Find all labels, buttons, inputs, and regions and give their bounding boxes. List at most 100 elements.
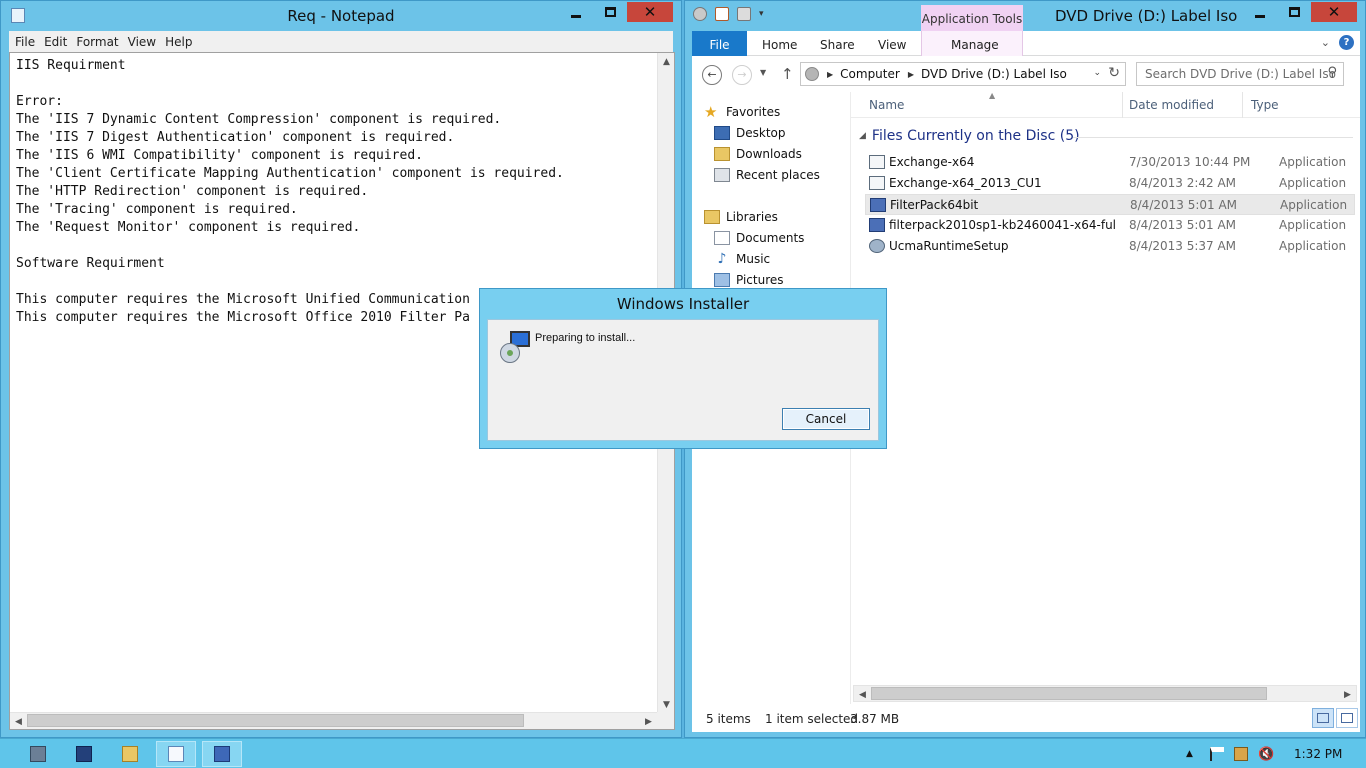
documents-icon [714, 231, 730, 245]
column-date-modified[interactable]: Date modified [1123, 92, 1243, 118]
file-list-horizontal-scrollbar[interactable]: ◀ ▶ [853, 685, 1357, 702]
breadcrumb-separator-icon[interactable]: ▶ [908, 70, 914, 79]
refresh-icon[interactable]: ↻ [1108, 65, 1120, 81]
recent-locations-icon[interactable]: ▼ [760, 68, 766, 77]
tray-app-button[interactable] [1234, 739, 1248, 768]
drive-icon[interactable] [693, 7, 707, 21]
nav-libraries[interactable]: Libraries [704, 207, 778, 227]
taskbar-file-explorer[interactable] [110, 741, 150, 767]
tab-view[interactable]: View [878, 31, 906, 56]
taskbar-clock[interactable]: 1:32 PM [1294, 747, 1342, 761]
nav-pictures[interactable]: Pictures [714, 270, 784, 290]
scroll-left-icon[interactable]: ◀ [854, 686, 871, 703]
notepad-titlebar[interactable]: Req - Notepad ✕ [1, 1, 681, 31]
file-date: 7/30/2013 10:44 PM [1129, 155, 1251, 169]
nav-downloads[interactable]: Downloads [714, 144, 802, 164]
taskbar-server-manager[interactable] [18, 741, 58, 767]
collapse-group-icon[interactable]: ◢ [859, 131, 866, 141]
nav-documents[interactable]: Documents [714, 228, 804, 248]
desktop-icon [714, 126, 730, 140]
forward-button[interactable]: → [732, 65, 752, 85]
file-row[interactable]: Exchange-x64_2013_CU1 8/4/2013 2:42 AM A… [865, 173, 1355, 194]
file-row[interactable]: filterpack2010sp1-kb2460041-x64-fullfile… [865, 215, 1355, 236]
music-icon: ♪ [717, 251, 727, 267]
nav-desktop[interactable]: Desktop [714, 123, 786, 143]
file-type: Application [1279, 218, 1347, 232]
expand-ribbon-icon[interactable]: ⌄ [1321, 36, 1330, 49]
menu-view[interactable]: View [125, 31, 162, 52]
file-group-header[interactable]: ◢ Files Currently on the Disc (5) [859, 128, 1080, 144]
installer-package-icon [870, 198, 886, 212]
menu-file[interactable]: File [12, 31, 41, 52]
back-button[interactable]: ← [702, 65, 722, 85]
breadcrumb-dvd-drive[interactable]: DVD Drive (D:) Label Iso [921, 67, 1067, 81]
close-button[interactable]: ✕ [1311, 2, 1357, 22]
tab-home[interactable]: Home [762, 31, 797, 56]
scroll-right-icon[interactable]: ▶ [1339, 686, 1356, 703]
maximize-button[interactable] [593, 2, 627, 22]
properties-icon[interactable] [715, 7, 729, 21]
taskbar-powershell[interactable] [64, 741, 104, 767]
show-hidden-icons-button[interactable]: ▲ [1186, 739, 1193, 768]
selection-size: 3.87 MB [850, 712, 900, 726]
minimize-button[interactable] [1243, 2, 1277, 22]
customize-toolbar-icon[interactable]: ▾ [759, 9, 764, 19]
tab-manage[interactable]: Manage [951, 31, 999, 56]
nav-documents-label: Documents [736, 231, 805, 245]
tab-file[interactable]: File [692, 31, 747, 56]
ribbon-tabs: File Home Share View Manage ⌄ ? [692, 31, 1360, 56]
scroll-right-icon[interactable]: ▶ [640, 713, 657, 730]
details-view-button[interactable] [1312, 708, 1334, 728]
taskbar-notepad[interactable] [156, 741, 196, 767]
search-box[interactable]: Search DVD Drive (D:) Label Iso ⚲ [1136, 62, 1344, 86]
flag-icon [1210, 747, 1224, 761]
scroll-left-icon[interactable]: ◀ [10, 713, 27, 730]
file-row[interactable]: UcmaRuntimeSetup 8/4/2013 5:37 AM Applic… [865, 236, 1355, 257]
nav-recent-places[interactable]: Recent places [714, 165, 820, 185]
explorer-titlebar[interactable]: ▾ Application Tools DVD Drive (D:) Label… [685, 1, 1365, 31]
status-bar: 5 items 1 item selected 3.87 MB [692, 704, 1360, 732]
minimize-button[interactable] [559, 2, 593, 22]
address-dropdown-icon[interactable]: ⌄ [1093, 68, 1101, 78]
search-icon[interactable]: ⚲ [1327, 65, 1337, 80]
dialog-title: Windows Installer [616, 295, 750, 313]
help-icon[interactable]: ? [1339, 35, 1354, 50]
scroll-down-icon[interactable]: ▼ [658, 696, 675, 713]
horizontal-scrollbar[interactable]: ◀ ▶ [10, 712, 657, 729]
file-row-selected[interactable]: FilterPack64bit 8/4/2013 5:01 AM Applica… [865, 194, 1355, 215]
tab-share[interactable]: Share [820, 31, 855, 56]
file-date: 8/4/2013 5:37 AM [1129, 239, 1237, 253]
file-name: Exchange-x64 [889, 155, 975, 169]
action-center-button[interactable] [1210, 739, 1224, 768]
maximize-button[interactable] [1277, 2, 1311, 22]
up-arrow-icon[interactable]: ↑ [781, 65, 794, 83]
setup-icon [869, 239, 885, 253]
scroll-up-icon[interactable]: ▲ [658, 53, 675, 70]
volume-button[interactable]: 🔇 [1258, 739, 1274, 768]
address-field[interactable]: ▶ Computer ▶ DVD Drive (D:) Label Iso ⌄ … [800, 62, 1126, 86]
column-name[interactable]: Name [851, 92, 1123, 118]
breadcrumb-computer[interactable]: Computer [840, 67, 900, 81]
details-view-icon [1317, 713, 1329, 723]
large-icons-view-icon [1341, 713, 1353, 723]
large-icons-view-button[interactable] [1336, 708, 1358, 728]
application-icon [869, 155, 885, 169]
file-row[interactable]: Exchange-x64 7/30/2013 10:44 PM Applicat… [865, 152, 1355, 173]
taskbar-windows-installer[interactable] [202, 741, 242, 767]
minimize-icon [571, 14, 581, 18]
menu-help[interactable]: Help [162, 31, 198, 52]
forward-arrow-icon: → [737, 68, 747, 81]
breadcrumb-separator-icon[interactable]: ▶ [827, 70, 833, 79]
close-button[interactable]: ✕ [627, 2, 673, 22]
nav-music[interactable]: ♪ Music [714, 249, 771, 269]
column-type[interactable]: Type [1243, 92, 1361, 118]
menu-format[interactable]: Format [73, 31, 124, 52]
file-group-label: Files Currently on the Disc (5) [871, 128, 1080, 144]
cancel-button[interactable]: Cancel [782, 408, 870, 430]
menu-edit[interactable]: Edit [41, 31, 73, 52]
scroll-thumb[interactable] [27, 714, 524, 727]
scroll-thumb[interactable] [871, 687, 1267, 700]
nav-favorites[interactable]: ★ Favorites [704, 102, 780, 122]
nav-libraries-label: Libraries [726, 210, 778, 224]
new-folder-icon[interactable] [737, 7, 751, 21]
